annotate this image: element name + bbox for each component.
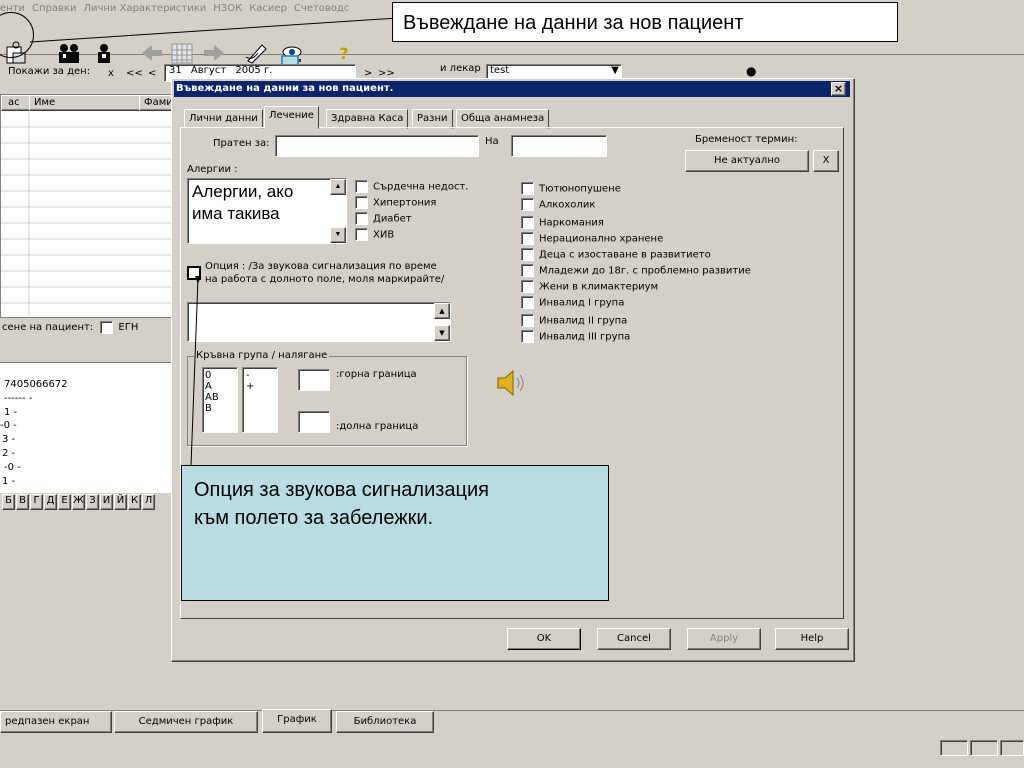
risk-checkbox[interactable]: Инвалид III група xyxy=(521,330,630,344)
status-panel xyxy=(1000,740,1024,756)
doctor-value: test xyxy=(490,65,510,76)
tab-weekly-schedule[interactable]: Седмичен график xyxy=(114,711,258,733)
tab-misc[interactable]: Разни xyxy=(412,109,453,129)
risk-checkbox[interactable]: Инвалид I група xyxy=(521,296,624,310)
scroll-down-button[interactable]: ▼ xyxy=(434,325,450,341)
scroll-up-button[interactable]: ▲ xyxy=(434,303,450,319)
status-panel xyxy=(970,740,998,756)
callout-line: Опция за звукова сигнализация xyxy=(194,479,490,501)
tab-anamnesis[interactable]: Обща анамнеза xyxy=(456,109,550,129)
ok-button[interactable]: OK xyxy=(507,628,581,650)
risk-checkbox[interactable]: Нерационално хранене xyxy=(521,232,663,246)
pregnancy-button[interactable]: Не актуално xyxy=(685,150,809,172)
risk-checkbox[interactable]: Деца с изоставане в развитието xyxy=(521,248,711,262)
cancel-button[interactable]: Cancel xyxy=(597,628,671,650)
to-input[interactable] xyxy=(511,135,607,157)
risk-checkbox[interactable]: Инвалид II група xyxy=(521,314,627,328)
tab-schedule[interactable]: График xyxy=(262,709,332,733)
risk-checkbox[interactable]: Младежи до 18г. с проблемно развитие xyxy=(521,264,751,278)
pregnancy-label: Бременост термин: xyxy=(695,134,798,145)
risk-checkbox[interactable]: Тютюнопушене xyxy=(521,182,621,196)
apply-button[interactable]: Apply xyxy=(687,628,761,650)
tab-library[interactable]: Библиотека xyxy=(336,711,434,733)
close-icon: × xyxy=(833,82,844,95)
status-bar xyxy=(0,738,1024,760)
risk-checkbox[interactable]: Жени в климактериум xyxy=(521,280,658,294)
dialog-close-button[interactable]: × xyxy=(831,82,846,96)
speaker-icon[interactable] xyxy=(495,368,531,398)
callout-sound-option: Опция за звукова сигнализация към полето… xyxy=(181,465,609,601)
doctor-label: и лекар xyxy=(440,63,481,74)
risk-checkbox[interactable]: Наркомания xyxy=(521,216,604,230)
status-panel xyxy=(940,740,968,756)
risk-checkbox[interactable]: Алкохолик xyxy=(521,198,595,212)
stethoscope-icon: ● xyxy=(746,64,757,78)
chevron-down-icon: ▼ xyxy=(611,65,619,76)
to-label: На xyxy=(485,136,499,147)
callout-line: към полето за забележки. xyxy=(194,507,434,529)
tab-treatment[interactable]: Лечение xyxy=(264,106,319,129)
tab-screensaver[interactable]: редпазен екран xyxy=(0,711,112,733)
callout-new-patient: Въвеждане на данни за нов пациент xyxy=(392,2,898,42)
help-dialog-button[interactable]: Help xyxy=(775,628,849,650)
pregnancy-clear-button[interactable]: X xyxy=(813,150,839,172)
